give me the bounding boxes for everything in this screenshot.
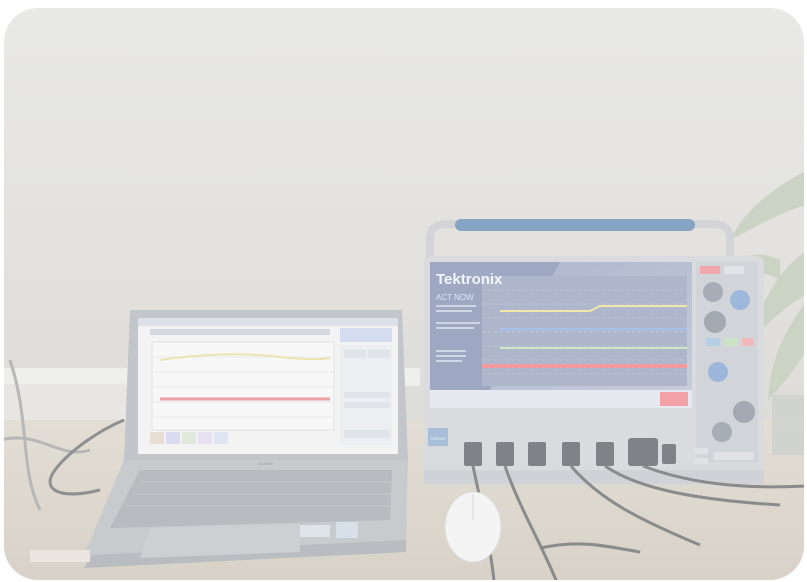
scope-knob bbox=[704, 311, 726, 333]
photo-scene: HUAWEI Tektronix ACT NOW TEKDAY bbox=[4, 8, 804, 580]
scope-badge-text: TEKDAY bbox=[430, 436, 446, 441]
scope-knob bbox=[708, 362, 728, 382]
scope-knob bbox=[703, 282, 723, 302]
laptop-brand-text: HUAWEI bbox=[258, 461, 274, 466]
scope-handle-grip bbox=[455, 219, 695, 231]
scope-headline: ACT NOW bbox=[436, 293, 474, 302]
scope-knob bbox=[712, 422, 732, 442]
scope-knob bbox=[733, 401, 755, 423]
scope-knob bbox=[730, 290, 750, 310]
laptop-keyboard bbox=[110, 470, 392, 528]
oscilloscope: Tektronix ACT NOW TEKDAY bbox=[424, 219, 764, 484]
scope-brand-text: Tektronix bbox=[436, 271, 503, 288]
